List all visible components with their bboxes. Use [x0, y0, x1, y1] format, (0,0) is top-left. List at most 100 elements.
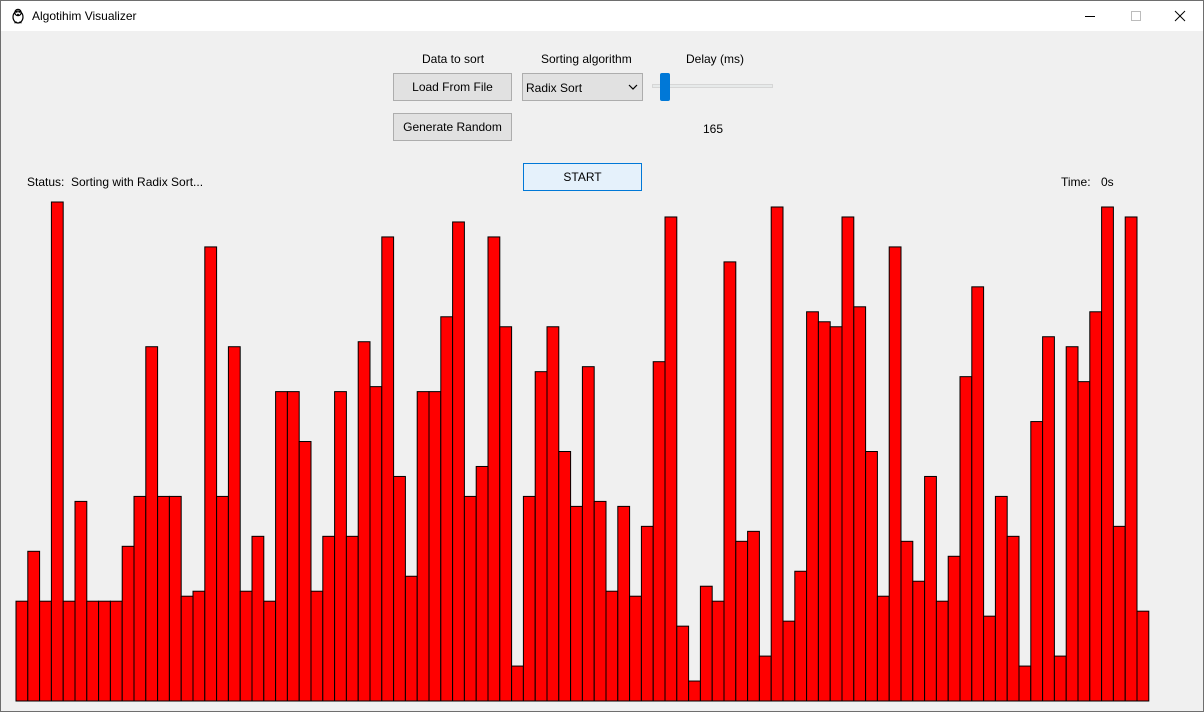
chart-bar — [251, 535, 265, 702]
minimize-icon — [1085, 16, 1095, 17]
chart-bar — [168, 495, 182, 702]
chart-bar — [924, 475, 937, 702]
chart-bar — [357, 341, 371, 702]
chart-bar — [1136, 610, 1150, 702]
chart-bar — [629, 595, 642, 702]
chart-bar — [865, 451, 878, 702]
chart-bar — [345, 535, 359, 702]
chart-bar — [298, 441, 312, 702]
chart-bar — [499, 326, 513, 702]
chart-bar — [393, 475, 406, 702]
chart-bar — [735, 540, 749, 702]
chart-bar — [534, 371, 548, 702]
sorting-algorithm-label: Sorting algorithm — [541, 52, 632, 66]
chart-bar — [1018, 665, 1032, 702]
chart-bar — [50, 201, 64, 702]
chart-bar — [192, 590, 206, 702]
chart-bar — [688, 680, 701, 702]
chart-bar — [829, 326, 843, 702]
algorithm-selected-value: Radix Sort — [526, 81, 583, 95]
chart-bar — [334, 391, 347, 702]
delay-slider-track[interactable] — [652, 84, 773, 88]
chart-bar — [959, 376, 973, 702]
chart-bar — [912, 580, 926, 702]
time-value: 0s — [1101, 175, 1114, 189]
chart-bar — [452, 221, 465, 702]
chart-bar — [1042, 336, 1055, 702]
chart-bar — [487, 236, 501, 702]
chart-bar — [593, 500, 607, 702]
title-bar[interactable]: Algotihim Visualizer — [1, 1, 1203, 31]
status-label: Status: — [27, 175, 65, 189]
data-to-sort-label: Data to sort — [422, 52, 485, 66]
chart-bar — [664, 216, 678, 702]
chart-bar — [322, 535, 336, 702]
generate-random-button[interactable]: Generate Random — [393, 113, 512, 141]
load-from-file-button[interactable]: Load From File — [393, 73, 512, 101]
chart-bar — [971, 286, 985, 702]
maximize-button[interactable] — [1113, 1, 1159, 31]
chart-bar — [286, 391, 300, 702]
chart-bar — [841, 216, 855, 702]
chart-bar — [994, 495, 1008, 702]
chart-bar — [723, 261, 737, 702]
chart-bar — [1053, 655, 1067, 702]
chart-bar — [404, 575, 418, 702]
delay-value: 165 — [703, 122, 724, 136]
chart-bar — [794, 570, 808, 702]
chart-bar — [428, 391, 442, 702]
chart-bar — [935, 600, 949, 702]
chart-bar — [770, 206, 784, 702]
chart-bar — [747, 530, 760, 702]
chart-bar — [1006, 535, 1020, 702]
chart-bar — [15, 600, 29, 702]
chart-bar — [511, 665, 524, 702]
chart-bar — [216, 495, 229, 702]
chart-bar — [605, 590, 619, 702]
chart-bar — [1077, 381, 1091, 702]
chart-bar — [39, 600, 52, 702]
chart-bar — [1112, 525, 1126, 702]
delay-label: Delay (ms) — [686, 52, 745, 66]
chart-bar — [699, 585, 713, 702]
chevron-down-icon — [628, 84, 638, 90]
chart-bar — [1124, 216, 1138, 702]
bar-chart — [15, 201, 1150, 702]
chart-bar — [640, 525, 654, 702]
chart-bar — [983, 615, 996, 702]
chart-bar — [1030, 421, 1044, 702]
algorithm-select[interactable]: Radix Sort — [522, 73, 643, 101]
chart-bar — [475, 465, 489, 702]
status-text: Sorting with Radix Sort... — [71, 175, 204, 189]
chart-bar — [652, 361, 666, 702]
chart-bar — [546, 326, 560, 702]
chart-bar — [758, 655, 772, 702]
chart-bar — [310, 590, 324, 702]
chart-bar — [381, 236, 395, 702]
chart-bar — [227, 346, 241, 702]
chart-bar — [157, 495, 170, 702]
chart-bar — [853, 306, 867, 702]
chart-bar — [86, 600, 100, 702]
chart-bar — [263, 600, 277, 702]
chart-bar — [440, 316, 454, 702]
chart-bar — [876, 595, 890, 702]
chart-bar — [581, 366, 595, 702]
start-button[interactable]: START — [523, 163, 642, 191]
chart-bar — [522, 495, 536, 702]
chart-bar — [947, 555, 961, 702]
chart-bar — [62, 600, 76, 702]
delay-slider-thumb[interactable] — [660, 73, 670, 101]
chart-bar — [711, 600, 725, 702]
chart-bar — [1089, 311, 1103, 702]
chart-bar — [806, 311, 819, 702]
chart-bar — [888, 246, 902, 702]
chart-bar — [121, 545, 135, 702]
chart-bar — [239, 590, 253, 702]
minimize-button[interactable] — [1067, 1, 1113, 31]
chart-bar — [676, 625, 690, 702]
chart-bar — [180, 595, 194, 702]
chart-bar — [1065, 346, 1079, 702]
chart-bar — [109, 600, 123, 702]
close-button[interactable] — [1157, 1, 1203, 31]
